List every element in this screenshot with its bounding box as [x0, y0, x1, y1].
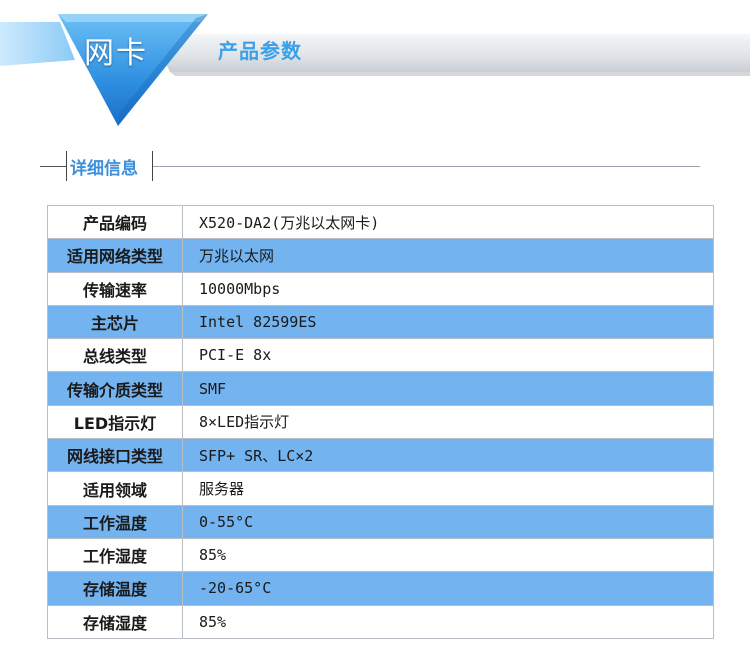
- spec-label: 工作温度: [47, 504, 183, 539]
- spec-value: -20-65°C: [182, 571, 714, 606]
- spec-label: 总线类型: [47, 338, 183, 373]
- table-row: LED指示灯 8×LED指示灯: [47, 404, 714, 440]
- spec-value: SFP+ SR、LC×2: [182, 438, 714, 473]
- table-row: 存储湿度 85%: [47, 604, 714, 639]
- spec-value: 8×LED指示灯: [182, 404, 714, 440]
- spec-label: 传输速率: [47, 271, 183, 306]
- spec-label: 适用领域: [47, 471, 183, 506]
- spec-label: 工作湿度: [47, 537, 183, 573]
- spec-value: 85%: [182, 604, 714, 639]
- section-bracket-left: [66, 151, 67, 181]
- table-row: 适用领域 服务器: [47, 471, 714, 506]
- spec-label: 产品编码: [47, 204, 183, 240]
- section-rule-left: [40, 166, 66, 167]
- spec-value: SMF: [182, 371, 714, 406]
- spec-value: Intel 82599ES: [182, 304, 714, 340]
- table-row: 总线类型 PCI-E 8x: [47, 338, 714, 373]
- spec-value: 0-55°C: [182, 504, 714, 539]
- spec-label: 存储湿度: [47, 604, 183, 639]
- spec-label: 传输介质类型: [47, 371, 183, 406]
- spec-value: 85%: [182, 537, 714, 573]
- header-banner: 网卡 产品参数: [0, 0, 750, 130]
- spec-value: PCI-E 8x: [182, 338, 714, 373]
- spec-label: LED指示灯: [47, 404, 183, 440]
- spec-value: X520-DA2(万兆以太网卡): [182, 204, 714, 240]
- section-rule-right: [153, 166, 700, 167]
- table-row: 适用网络类型 万兆以太网: [47, 238, 714, 273]
- category-title: 网卡: [84, 36, 148, 71]
- table-row: 工作温度 0-55°C: [47, 504, 714, 539]
- table-row: 传输速率 10000Mbps: [47, 271, 714, 306]
- spec-value: 10000Mbps: [182, 271, 714, 306]
- table-row: 存储温度 -20-65°C: [47, 571, 714, 606]
- table-row: 主芯片 Intel 82599ES: [47, 304, 714, 340]
- table-row: 产品编码 X520-DA2(万兆以太网卡): [47, 204, 714, 240]
- table-row: 网线接口类型 SFP+ SR、LC×2: [47, 438, 714, 473]
- spec-label: 网线接口类型: [47, 438, 183, 473]
- banner-subtitle: 产品参数: [218, 39, 302, 63]
- section-title: 详细信息: [70, 159, 138, 179]
- spec-label: 适用网络类型: [47, 238, 183, 273]
- table-row: 传输介质类型 SMF: [47, 371, 714, 406]
- spec-value: 服务器: [182, 471, 714, 506]
- spec-value: 万兆以太网: [182, 238, 714, 273]
- spec-label: 主芯片: [47, 304, 183, 340]
- spec-label: 存储温度: [47, 571, 183, 606]
- table-row: 工作湿度 85%: [47, 537, 714, 573]
- spec-table: 产品编码 X520-DA2(万兆以太网卡) 适用网络类型 万兆以太网 传输速率 10000…: [47, 204, 714, 639]
- spec-table-body: 产品编码 X520-DA2(万兆以太网卡) 适用网络类型 万兆以太网 传输速率 10000…: [47, 204, 714, 639]
